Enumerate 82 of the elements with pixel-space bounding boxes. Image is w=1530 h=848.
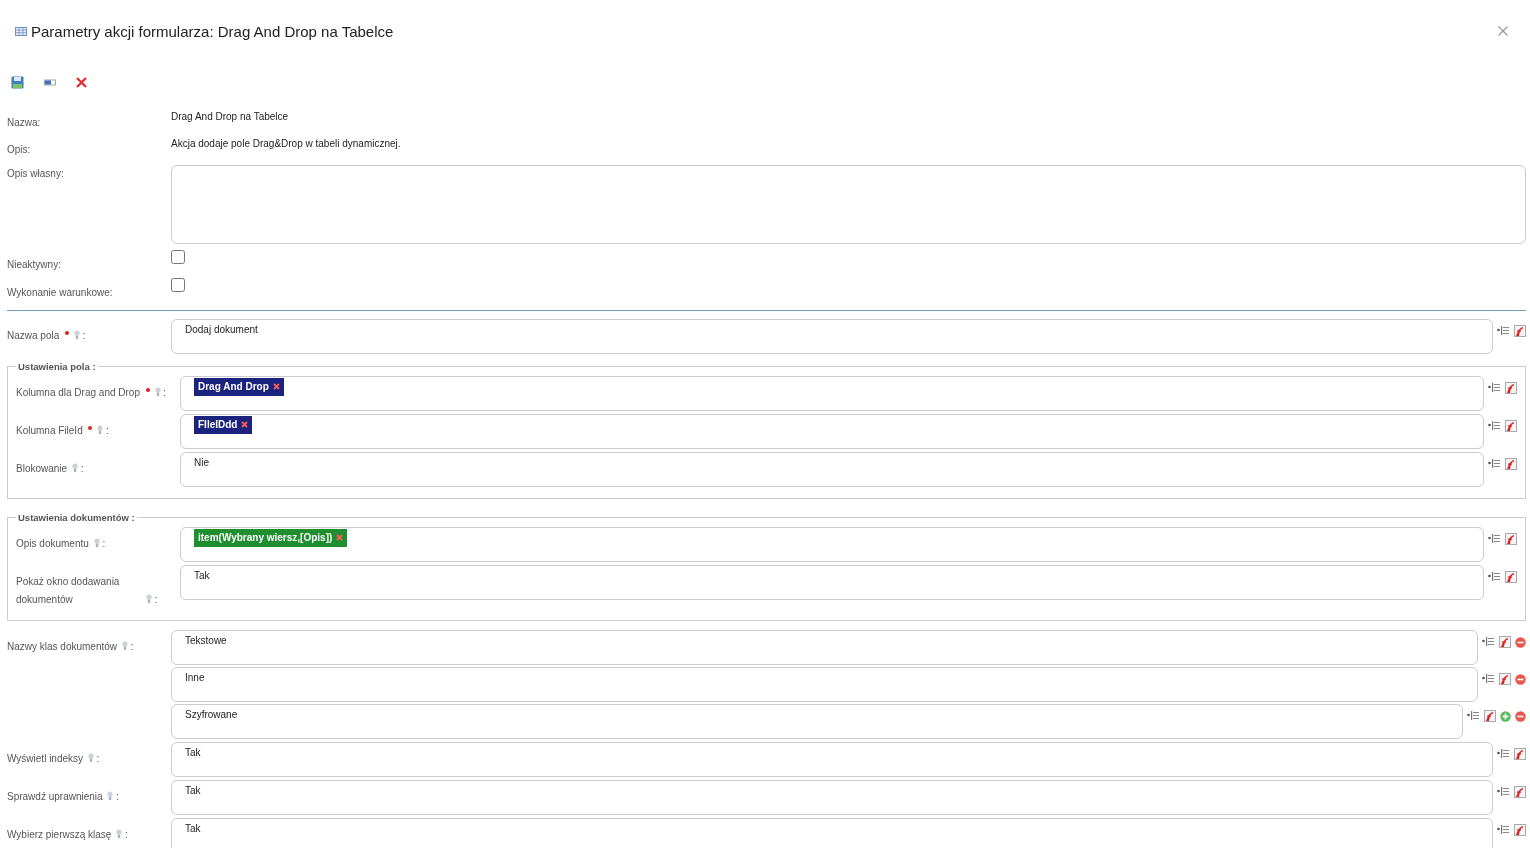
field-value: Drag And Drop na Tabelce — [171, 111, 289, 122]
separator: : — [116, 791, 119, 802]
tag-label: Drag And Drop — [198, 381, 269, 392]
field-label: Opis własny: — [7, 167, 65, 181]
remove-icon[interactable] — [1515, 673, 1526, 685]
field-label: Wybierz pierwszą klasę — [7, 828, 112, 842]
dialog-title: Parametry akcji formularza: Drag And Drop na Tabelce — [31, 22, 395, 40]
group-legend: Ustawienia pola : — [16, 361, 98, 372]
separator: : — [130, 641, 134, 652]
field-label: Sprawdź uprawnienia — [7, 790, 103, 804]
field-label: Kolumna FileId — [16, 424, 83, 438]
flash-document-icon[interactable] — [1514, 748, 1526, 760]
field-value: Akcja dodaje pole Drag&Drop w tabeli dynamicznej. — [171, 138, 401, 149]
input-field[interactable]: FIleIDdd — [180, 414, 1484, 449]
tag-label: item(Wybrany wiersz,[Opis]) — [198, 532, 333, 543]
separator: : — [154, 594, 158, 605]
checkbox[interactable] — [171, 250, 185, 264]
input-field[interactable]: Szyfrowane — [171, 704, 1463, 739]
input-field[interactable]: Tak — [171, 818, 1493, 848]
flash-document-icon[interactable] — [1505, 571, 1517, 583]
insert-list-icon[interactable] — [1488, 534, 1501, 544]
field-label: Nazwa: — [7, 116, 42, 128]
table-icon — [15, 26, 27, 36]
input-field[interactable]: item(Wybrany wiersz,[Opis]) — [180, 527, 1484, 562]
remove-tag-icon[interactable] — [241, 421, 249, 428]
remove-tag-icon[interactable] — [272, 383, 280, 390]
field-label: Wyświetl indeksy — [7, 752, 84, 766]
separator: : — [163, 387, 167, 398]
field-label: Pokaż okno dodawania dokumentów — [16, 575, 121, 607]
input-field[interactable]: Drag And Drop — [180, 376, 1484, 411]
remove-icon[interactable] — [1515, 710, 1526, 722]
separator: : — [106, 425, 109, 436]
field-label: Nazwy klas dokumentów — [7, 640, 118, 654]
insert-list-icon[interactable] — [1497, 326, 1510, 336]
field-label: Nazwa pola — [7, 329, 60, 343]
input-field[interactable]: Dodaj dokument — [171, 319, 1493, 354]
insert-list-icon[interactable] — [1488, 459, 1501, 469]
insert-list-icon[interactable] — [1497, 787, 1510, 797]
input-field[interactable]: Nie — [180, 452, 1484, 487]
add-icon[interactable] — [1500, 710, 1511, 722]
separator: : — [102, 538, 106, 549]
insert-list-icon[interactable] — [1497, 749, 1510, 759]
field-label: Wykonanie warunkowe: — [7, 287, 114, 300]
remove-icon[interactable] — [1515, 636, 1526, 648]
input-field[interactable]: Inne — [171, 667, 1478, 702]
flash-document-icon[interactable] — [1514, 824, 1526, 836]
insert-list-icon[interactable] — [1488, 383, 1501, 393]
flash-document-icon[interactable] — [1505, 382, 1517, 394]
insert-list-icon[interactable] — [1488, 572, 1501, 582]
input-field[interactable]: Tak — [180, 565, 1484, 600]
close-icon[interactable] — [1498, 26, 1508, 36]
group-legend: Ustawienia dokumentów : — [16, 512, 137, 523]
field-label: Kolumna dla Drag and Drop — [16, 386, 140, 400]
insert-list-icon[interactable] — [1482, 637, 1495, 647]
field-label: Nieaktywny: — [7, 259, 62, 272]
flash-document-icon[interactable] — [1514, 325, 1526, 337]
separator: : — [82, 330, 86, 341]
panel-icon[interactable] — [44, 79, 56, 86]
separator: : — [124, 829, 128, 840]
flash-document-icon[interactable] — [1499, 636, 1511, 648]
insert-list-icon[interactable] — [1497, 825, 1510, 835]
save-icon[interactable] — [11, 76, 24, 89]
flash-document-icon[interactable] — [1484, 710, 1496, 722]
flash-document-icon[interactable] — [1499, 673, 1511, 685]
flash-document-icon[interactable] — [1505, 458, 1517, 470]
tag-label: FIleIDdd — [198, 419, 238, 430]
flash-document-icon[interactable] — [1505, 533, 1517, 545]
separator: : — [80, 463, 84, 474]
field-label: Blokowanie — [16, 462, 68, 476]
insert-list-icon[interactable] — [1488, 421, 1501, 431]
input-field[interactable]: Tak — [171, 742, 1493, 777]
delete-icon[interactable] — [76, 77, 87, 88]
input-field[interactable]: Tak — [171, 780, 1493, 815]
checkbox[interactable] — [171, 278, 185, 292]
flash-document-icon[interactable] — [1505, 420, 1517, 432]
flash-document-icon[interactable] — [1514, 786, 1526, 798]
field-label: Opis: — [7, 143, 32, 155]
field-label: Opis dokumentu — [16, 537, 89, 551]
input-field[interactable]: Tekstowe — [171, 630, 1478, 665]
insert-list-icon[interactable] — [1467, 711, 1480, 721]
insert-list-icon[interactable] — [1482, 674, 1495, 684]
separator: : — [96, 753, 100, 764]
